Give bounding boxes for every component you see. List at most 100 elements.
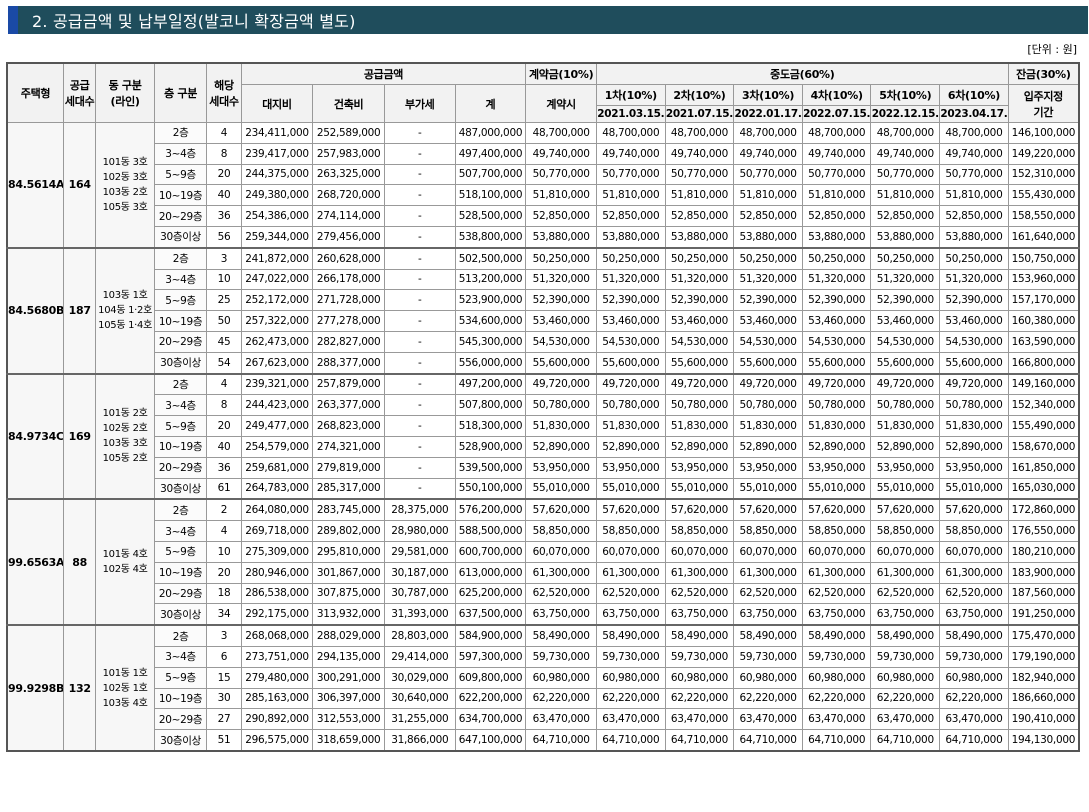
interim-6-cell: 50,250,000	[939, 246, 1009, 270]
interim-2-cell: 58,850,000	[664, 520, 735, 542]
table-row: 30층이상 56 259,344,000 279,456,000-538,800,00…	[7, 225, 1080, 249]
house-type-cell: 84.5614A	[6, 121, 65, 249]
balance-cell: 175,470,000	[1007, 624, 1080, 647]
table-row: 99.9298B 132 101동 1호 102동 1호 103동 4호 2층 3 268…	[6, 624, 1080, 752]
interim-2-cell: 55,010,000	[664, 477, 735, 500]
header-installment-1: 1차(10%)	[595, 84, 666, 106]
units-cell: 18	[206, 582, 242, 605]
total-price-cell: 588,500,000	[454, 520, 527, 542]
interim-5-cell: 49,740,000	[870, 142, 941, 165]
units-cell: 2	[206, 498, 242, 522]
floor-cell: 2층	[153, 372, 208, 396]
interim-4-cell: 50,770,000	[801, 163, 872, 186]
vat-cell: -	[383, 246, 456, 270]
interim-5-cell: 64,710,000	[870, 729, 941, 752]
building-price-cell: 279,819,000	[312, 456, 385, 479]
land-price-cell: 286,538,000	[240, 582, 314, 605]
building-price-cell: 306,397,000	[312, 687, 385, 710]
table-row: 99.6563A 88 101동 4호 102동 4호 2층 2 264,080,000 2…	[6, 498, 1080, 626]
interim-3-cell: 59,730,000	[733, 645, 803, 668]
units-cell: 10	[206, 268, 242, 291]
total-price-cell: 550,100,000	[454, 477, 527, 500]
header-installment-2: 2차(10%)	[664, 84, 735, 106]
interim-3-cell: 64,710,000	[733, 729, 803, 752]
interim-6-cell: 49,720,000	[939, 372, 1009, 396]
table-row: 10~19층 30 285,163,000 306,397,000 30,640,000…	[7, 687, 1080, 710]
interim-5-cell: 51,830,000	[870, 415, 941, 437]
header-supply-price: 공급금액	[240, 62, 527, 85]
header-units: 해당 세대수	[206, 62, 242, 123]
interim-6-cell: 51,830,000	[939, 415, 1009, 437]
deposit-cell: 63,750,000	[525, 603, 597, 626]
floor-cell: 2층	[153, 122, 208, 144]
land-price-cell: 241,872,000	[240, 246, 314, 270]
units-cell: 20	[206, 415, 242, 437]
interim-1-cell: 64,710,000	[595, 729, 666, 752]
house-type-cell: 84.5680B	[6, 246, 65, 375]
deposit-cell: 57,620,000	[525, 498, 597, 522]
balance-cell: 160,380,000	[1007, 310, 1080, 332]
dong-line-cell: 103동 1호 104동 1·2호 105동 1·4호	[95, 246, 155, 375]
vat-cell: -	[383, 477, 456, 500]
interim-3-cell: 57,620,000	[733, 498, 803, 522]
interim-5-cell: 49,720,000	[870, 372, 941, 396]
interim-6-cell: 53,880,000	[939, 225, 1009, 249]
floor-cell: 5~9층	[153, 540, 208, 563]
interim-1-cell: 63,750,000	[595, 603, 666, 626]
interim-4-cell: 51,830,000	[801, 415, 872, 437]
vat-cell: -	[383, 456, 456, 479]
interim-5-cell: 55,600,000	[870, 351, 941, 375]
interim-5-cell: 62,520,000	[870, 582, 941, 605]
vat-cell: 28,803,000	[383, 624, 456, 647]
deposit-cell: 60,070,000	[525, 540, 597, 563]
balance-cell: 163,590,000	[1007, 330, 1080, 353]
total-price-cell: 518,300,000	[454, 415, 527, 437]
deposit-cell: 50,250,000	[525, 246, 597, 270]
balance-cell: 187,560,000	[1007, 582, 1080, 605]
vat-cell: -	[383, 163, 456, 186]
balance-cell: 194,130,000	[1007, 729, 1080, 752]
interim-5-cell: 60,070,000	[870, 540, 941, 563]
units-cell: 30	[206, 687, 242, 710]
building-price-cell: 260,628,000	[312, 246, 385, 270]
balance-cell: 190,410,000	[1007, 708, 1080, 731]
interim-3-cell: 58,490,000	[733, 624, 803, 647]
interim-6-cell: 49,740,000	[939, 142, 1009, 165]
units-cell: 8	[206, 142, 242, 165]
balance-cell: 186,660,000	[1007, 687, 1080, 710]
floor-cell: 10~19층	[153, 687, 208, 710]
header-installment-date-1: 2021.03.15.	[595, 105, 666, 123]
interim-6-cell: 62,520,000	[939, 582, 1009, 605]
building-price-cell: 277,278,000	[312, 310, 385, 332]
floor-cell: 10~19층	[153, 310, 208, 332]
interim-2-cell: 58,490,000	[664, 624, 735, 647]
floor-cell: 10~19층	[153, 184, 208, 207]
building-price-cell: 274,321,000	[312, 435, 385, 458]
table-row: 20~29층 45 262,473,000 282,827,000-545,300,0…	[7, 330, 1080, 353]
total-price-cell: 647,100,000	[454, 729, 527, 752]
table-row: 84.9734C 169 101동 2호 102동 2호 103동 3호 105동 …	[6, 372, 1080, 500]
supply-units-cell: 164	[63, 121, 97, 249]
table-row: 84.5614A 164 101동 3호 102동 3호 103동 2호 105동 …	[6, 121, 1080, 249]
deposit-cell: 53,950,000	[525, 456, 597, 479]
land-price-cell: 257,322,000	[240, 310, 314, 332]
balance-cell: 150,750,000	[1007, 246, 1080, 270]
vat-cell: 30,787,000	[383, 582, 456, 605]
interim-3-cell: 50,770,000	[733, 163, 803, 186]
floor-cell: 20~29층	[153, 330, 208, 353]
deposit-cell: 55,010,000	[525, 477, 597, 500]
total-price-cell: 622,200,000	[454, 687, 527, 710]
section-title: 2. 공급금액 및 납부일정(발코니 확장금액 별도)	[32, 12, 356, 31]
interim-2-cell: 51,320,000	[664, 268, 735, 291]
floor-cell: 20~29층	[153, 582, 208, 605]
land-price-cell: 234,411,000	[240, 122, 314, 144]
house-type-cell: 84.9734C	[6, 372, 65, 500]
interim-3-cell: 55,010,000	[733, 477, 803, 500]
units-cell: 15	[206, 666, 242, 689]
table-row: 3~4층 8 244,423,000 263,377,000-507,800,000 5…	[7, 394, 1080, 417]
interim-5-cell: 52,390,000	[870, 289, 941, 312]
header-balance-sub: 입주지정 기간	[1007, 84, 1080, 123]
building-price-cell: 288,377,000	[312, 351, 385, 375]
interim-5-cell: 53,880,000	[870, 225, 941, 249]
interim-1-cell: 58,850,000	[595, 520, 666, 542]
